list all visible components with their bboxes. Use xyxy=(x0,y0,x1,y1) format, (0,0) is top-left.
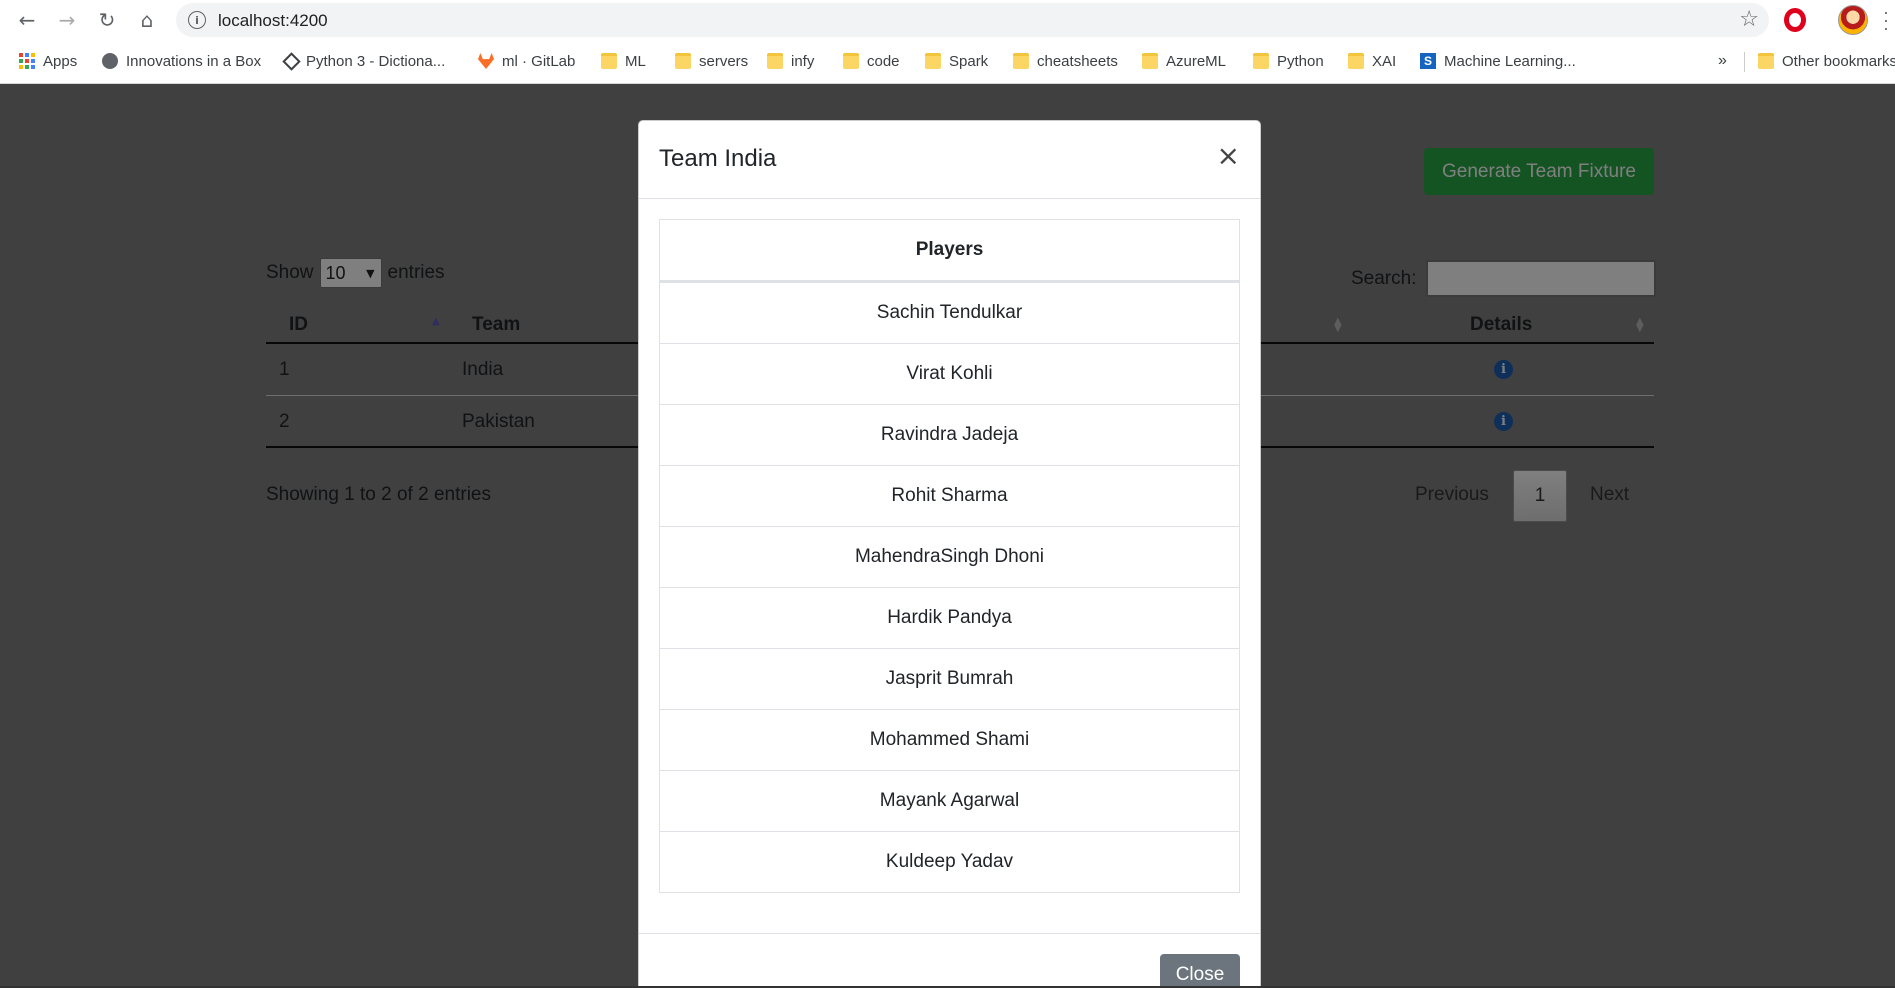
bookmark-label: Python xyxy=(1277,52,1324,70)
bookmark-label: Python 3 - Dictiona... xyxy=(306,52,446,70)
player-row: Virat Kohli xyxy=(660,343,1239,404)
bookmark-gitlab[interactable]: ml · GitLab xyxy=(478,50,575,72)
close-icon[interactable]: × xyxy=(1217,139,1240,172)
reload-icon[interactable]: ↻ xyxy=(93,6,121,34)
players-column-header: Players xyxy=(660,220,1239,282)
address-bar[interactable]: i localhost:4200 ☆ xyxy=(176,3,1769,37)
bookmark-label: XAI xyxy=(1372,52,1397,70)
bookmark-folder-infy[interactable]: infy xyxy=(767,50,814,72)
apps-grid-icon xyxy=(19,53,35,69)
player-row: Kuldeep Yadav xyxy=(660,831,1239,892)
bookmark-label: Other bookmarks xyxy=(1782,52,1895,70)
player-row: Sachin Tendulkar xyxy=(660,282,1239,343)
browser-chrome: ← → ↻ ⌂ i localhost:4200 ☆ · · · Apps Inno… xyxy=(0,0,1895,84)
globe-icon xyxy=(102,53,118,69)
folder-icon xyxy=(843,53,859,69)
folder-icon xyxy=(1758,53,1774,69)
bookmark-machine-learning[interactable]: S Machine Learning... xyxy=(1420,50,1576,72)
bookmark-other-bookmarks[interactable]: Other bookmarks xyxy=(1758,50,1895,72)
bookmark-folder-spark[interactable]: Spark xyxy=(925,50,988,72)
folder-icon xyxy=(767,53,783,69)
player-row: Rohit Sharma xyxy=(660,465,1239,526)
bookmark-label: ML xyxy=(625,52,646,70)
bookmark-folder-code[interactable]: code xyxy=(843,50,900,72)
bookmark-star-icon[interactable]: ☆ xyxy=(1739,7,1759,32)
folder-icon xyxy=(601,53,617,69)
s-site-icon: S xyxy=(1420,53,1436,69)
bookmark-label: infy xyxy=(791,52,815,70)
bookmark-label: cheatsheets xyxy=(1037,52,1118,70)
home-icon[interactable]: ⌂ xyxy=(133,6,161,34)
forward-icon[interactable]: → xyxy=(53,6,81,34)
browser-menu-icon[interactable]: · · · xyxy=(1883,3,1891,37)
bookmark-folder-cheatsheets[interactable]: cheatsheets xyxy=(1013,50,1118,72)
modal-title: Team India xyxy=(659,145,777,172)
bookmark-innovations[interactable]: Innovations in a Box xyxy=(102,50,261,72)
url-text[interactable]: localhost:4200 xyxy=(218,11,328,31)
bookmark-apps[interactable]: Apps xyxy=(19,50,77,72)
bookmarks-divider xyxy=(1744,52,1745,72)
bookmark-folder-servers[interactable]: servers xyxy=(675,50,748,72)
player-row: Hardik Pandya xyxy=(660,587,1239,648)
bookmarks-bar: Apps Innovations in a Box Python 3 - Dic… xyxy=(0,42,1895,78)
bookmark-folder-azureml[interactable]: AzureML xyxy=(1142,50,1226,72)
folder-icon xyxy=(1013,53,1029,69)
player-row: Ravindra Jadeja xyxy=(660,404,1239,465)
bookmark-folder-python[interactable]: Python xyxy=(1253,50,1324,72)
bookmark-label: ml · GitLab xyxy=(502,52,576,70)
opera-extension-icon[interactable] xyxy=(1784,8,1806,32)
player-row: MahendraSingh Dhoni xyxy=(660,526,1239,587)
team-modal: Team India × Players Sachin Tendulkar Vi… xyxy=(638,120,1261,988)
site-info-icon[interactable]: i xyxy=(188,11,206,29)
profile-avatar[interactable] xyxy=(1838,5,1868,35)
folder-icon xyxy=(675,53,691,69)
bookmark-folder-ml[interactable]: ML xyxy=(601,50,646,72)
bookmark-label: Spark xyxy=(949,52,989,70)
gitlab-icon xyxy=(478,53,494,69)
bookmark-label: Machine Learning... xyxy=(1444,52,1576,70)
bookmark-label: Innovations in a Box xyxy=(126,52,262,70)
player-row: Mayank Agarwal xyxy=(660,770,1239,831)
modal-header: Team India × xyxy=(639,121,1260,199)
folder-icon xyxy=(1348,53,1364,69)
browser-toolbar: ← → ↻ ⌂ i localhost:4200 ☆ · · · xyxy=(0,0,1895,40)
players-table: Players Sachin Tendulkar Virat Kohli Rav… xyxy=(659,219,1240,893)
close-button[interactable]: Close xyxy=(1160,954,1240,988)
back-icon[interactable]: ← xyxy=(13,6,41,34)
player-row: Jasprit Bumrah xyxy=(660,648,1239,709)
modal-footer: Close xyxy=(639,933,1260,988)
folder-icon xyxy=(1253,53,1269,69)
folder-icon xyxy=(925,53,941,69)
bookmark-folder-xai[interactable]: XAI xyxy=(1348,50,1396,72)
bookmark-label: servers xyxy=(699,52,749,70)
bookmark-python3-dictionary[interactable]: Python 3 - Dictiona... xyxy=(282,50,446,72)
folder-icon xyxy=(1142,53,1158,69)
bookmark-label: Apps xyxy=(43,52,78,70)
bookmark-label: AzureML xyxy=(1166,52,1227,70)
python-icon xyxy=(282,51,301,71)
bookmarks-overflow-button[interactable]: » xyxy=(1718,52,1727,70)
player-row: Mohammed Shami xyxy=(660,709,1239,770)
bookmark-label: code xyxy=(867,52,900,70)
